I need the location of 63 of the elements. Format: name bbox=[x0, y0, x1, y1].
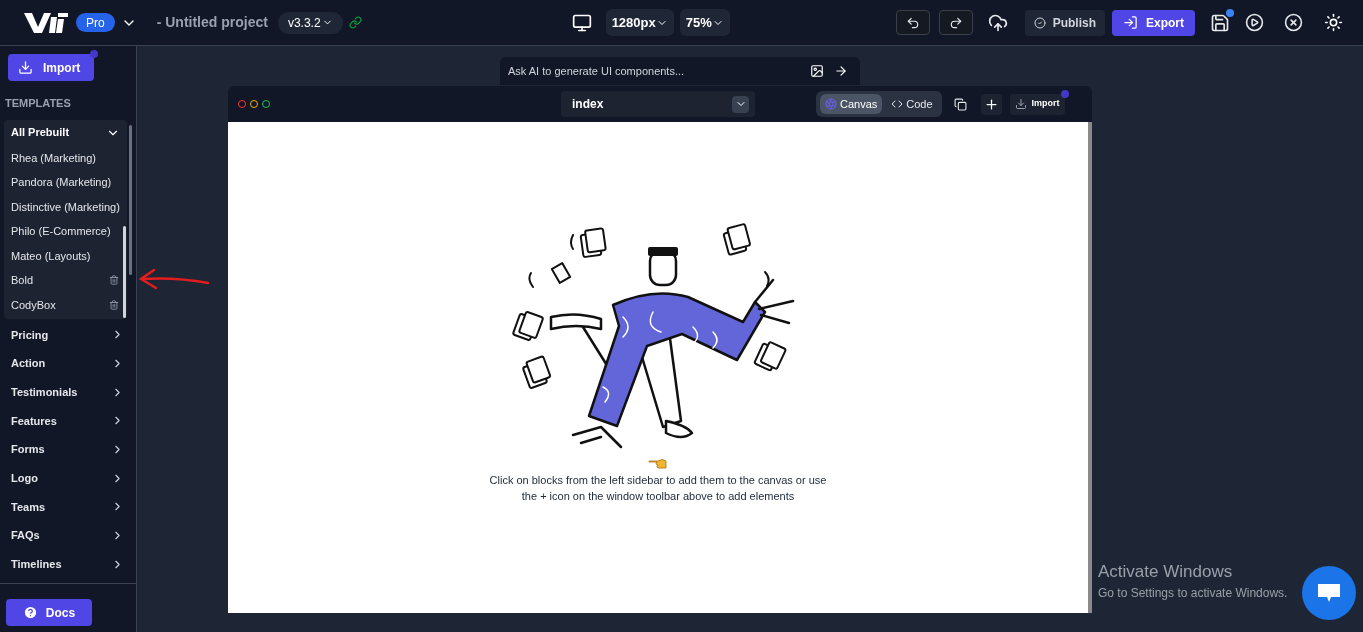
template-item[interactable]: Rhea (Marketing) bbox=[11, 149, 96, 166]
category-item[interactable]: Features bbox=[11, 412, 57, 430]
pointing-hand-icon bbox=[648, 457, 668, 470]
docs-button[interactable]: Docs bbox=[6, 599, 92, 626]
width-select[interactable]: 1280px bbox=[605, 9, 674, 36]
view-tab[interactable]: Canvas bbox=[820, 94, 883, 114]
category-item[interactable]: Timelines bbox=[11, 556, 62, 573]
export-button[interactable]: Export bbox=[1112, 9, 1195, 36]
template-item[interactable]: Mateo (Layouts) bbox=[11, 247, 91, 264]
category-item[interactable]: Pricing bbox=[11, 326, 49, 344]
logo-icon bbox=[24, 12, 68, 33]
download-icon bbox=[1014, 98, 1027, 110]
send-icon[interactable] bbox=[834, 64, 848, 78]
template-item[interactable]: Philo (E-Commerce) bbox=[11, 223, 111, 240]
category-item[interactable]: Action bbox=[11, 355, 46, 372]
export-icon bbox=[1123, 15, 1138, 30]
activation-subtitle: Go to Settings to activate Windows. bbox=[1098, 585, 1288, 602]
code-icon bbox=[891, 98, 904, 110]
redo-icon bbox=[948, 15, 963, 30]
plus-icon bbox=[983, 96, 999, 112]
redo-button[interactable] bbox=[938, 10, 973, 35]
page-select[interactable]: index bbox=[561, 91, 755, 117]
help-icon bbox=[22, 605, 38, 620]
undo-icon bbox=[905, 15, 920, 30]
chat-button[interactable] bbox=[1302, 566, 1356, 620]
template-item[interactable]: Pandora (Marketing) bbox=[11, 174, 112, 191]
template-item[interactable]: Distinctive (Marketing) bbox=[11, 198, 120, 215]
save-icon[interactable] bbox=[1210, 12, 1230, 33]
empty-state-message: Click on blocks from the left sidebar to add them to the canvas or use the + icon on the window toolbar above to add elements bbox=[488, 473, 828, 504]
aperture-icon bbox=[825, 98, 837, 110]
download-icon bbox=[18, 60, 33, 75]
ai-prompt-field[interactable]: Ask AI to generate UI components... bbox=[500, 57, 860, 85]
link-icon[interactable] bbox=[348, 16, 362, 29]
template-item[interactable]: CodyBox bbox=[11, 296, 56, 313]
category-item[interactable]: Teams bbox=[11, 498, 46, 516]
chat-icon bbox=[1317, 583, 1341, 603]
upload-icon[interactable] bbox=[987, 12, 1008, 33]
trash-icon[interactable] bbox=[109, 275, 119, 286]
template-item[interactable]: Bold bbox=[11, 272, 34, 289]
sun-icon[interactable] bbox=[1324, 13, 1343, 32]
category-item[interactable]: FAQs bbox=[11, 527, 40, 544]
monitor-icon[interactable] bbox=[571, 12, 592, 33]
category-item[interactable]: Logo bbox=[11, 470, 38, 487]
activation-title: Activate Windows bbox=[1098, 561, 1234, 583]
category-item[interactable]: Forms bbox=[11, 441, 45, 458]
category-item[interactable]: Testimonials bbox=[11, 383, 78, 401]
add-button[interactable] bbox=[980, 93, 1002, 115]
copy-icon[interactable] bbox=[953, 97, 967, 111]
undo-button[interactable] bbox=[895, 10, 930, 35]
project-title: - Untitled project bbox=[156, 13, 268, 32]
zoom-select[interactable]: 75% bbox=[679, 9, 730, 36]
publish-button[interactable]: Publish bbox=[1024, 9, 1105, 36]
trash-icon[interactable] bbox=[109, 299, 119, 310]
preview-icon[interactable] bbox=[1245, 13, 1264, 32]
ai-prompt-input[interactable]: Ask AI to generate UI components... bbox=[508, 62, 810, 80]
view-tab[interactable]: Code bbox=[886, 94, 938, 114]
image-icon[interactable] bbox=[810, 64, 824, 78]
pro-badge: Pro bbox=[76, 13, 115, 32]
check-circle-icon bbox=[1033, 16, 1046, 29]
close-icon[interactable] bbox=[1284, 13, 1303, 32]
version-select[interactable]: v3.3.2 bbox=[277, 11, 343, 34]
template-select[interactable]: All Prebuilt bbox=[4, 119, 127, 146]
section-label: TEMPLATES bbox=[5, 96, 72, 111]
